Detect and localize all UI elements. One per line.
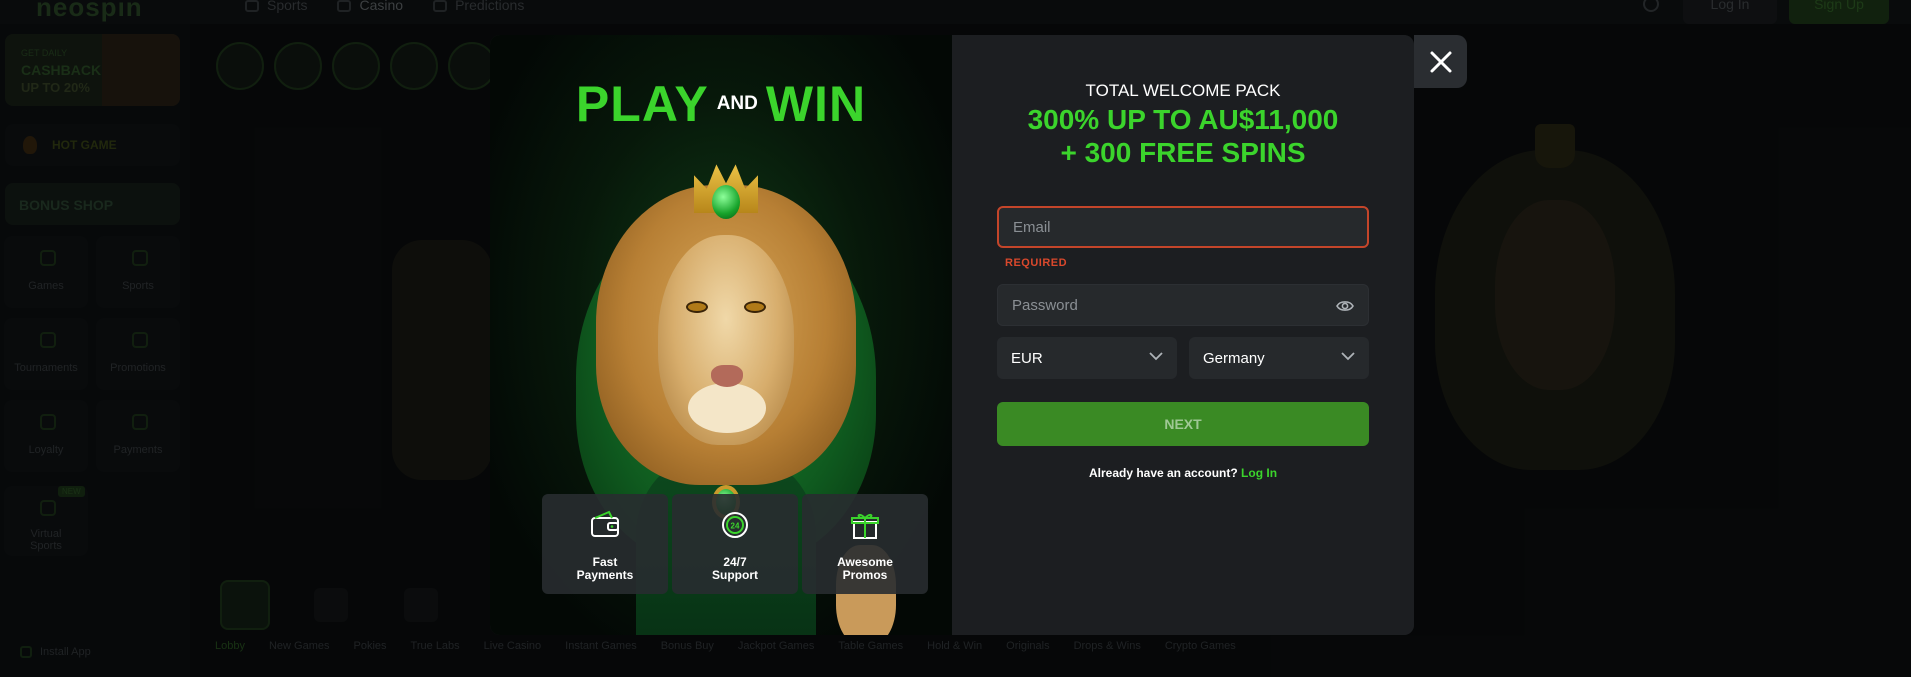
email-required-error: REQUIRED <box>1005 257 1068 269</box>
feature-list: Fast Payments 24 24/7 Support Awesome Pr… <box>542 494 928 594</box>
country-select[interactable]: Germany <box>1189 337 1369 379</box>
close-icon <box>1430 51 1452 73</box>
password-input[interactable] <box>998 285 1368 325</box>
svg-text:24: 24 <box>731 522 740 531</box>
headline-play: PLAY <box>575 76 709 132</box>
feature-label: Awesome Promos <box>837 555 893 582</box>
chevron-down-icon <box>1341 352 1355 361</box>
promo-panel: PLAY AND WIN Fast Payments 24 24/7 Suppo… <box>490 35 952 635</box>
login-prompt: Already have an account? Log In <box>952 466 1414 480</box>
country-value: Germany <box>1203 350 1265 367</box>
feature-promos: Awesome Promos <box>802 494 928 594</box>
login-prompt-text: Already have an account? <box>1088 466 1238 480</box>
feature-label: 24/7 Support <box>712 555 758 582</box>
wallet-icon <box>591 510 619 537</box>
next-button[interactable]: NEXT <box>997 402 1369 446</box>
signup-form-panel: TOTAL WELCOME PACK 300% UP TO AU$11,000 … <box>952 35 1414 635</box>
currency-value: EUR <box>1011 350 1043 367</box>
support-24-icon: 24 <box>722 512 748 538</box>
close-modal-button[interactable] <box>1414 35 1467 88</box>
headline-win: WIN <box>765 76 867 132</box>
currency-select[interactable]: EUR <box>997 337 1177 379</box>
feature-fast-payments: Fast Payments <box>542 494 668 594</box>
welcome-pack-offer: 300% UP TO AU$11,000 + 300 FREE SPINS <box>1027 104 1339 168</box>
headline-and: AND <box>716 93 758 114</box>
emerald-icon <box>712 185 740 219</box>
login-link[interactable]: Log In <box>1241 466 1277 480</box>
signup-modal: PLAY AND WIN Fast Payments 24 24/7 Suppo… <box>490 35 1414 635</box>
feature-support: 24 24/7 Support <box>672 494 798 594</box>
welcome-pack-title: TOTAL WELCOME PACK <box>1085 81 1281 100</box>
email-field[interactable] <box>997 206 1369 248</box>
password-field[interactable] <box>997 284 1369 326</box>
feature-label: Fast Payments <box>576 555 634 582</box>
show-password-icon[interactable] <box>1336 297 1354 315</box>
gift-icon <box>851 513 879 539</box>
chevron-down-icon <box>1149 352 1163 361</box>
email-input[interactable] <box>999 208 1367 246</box>
